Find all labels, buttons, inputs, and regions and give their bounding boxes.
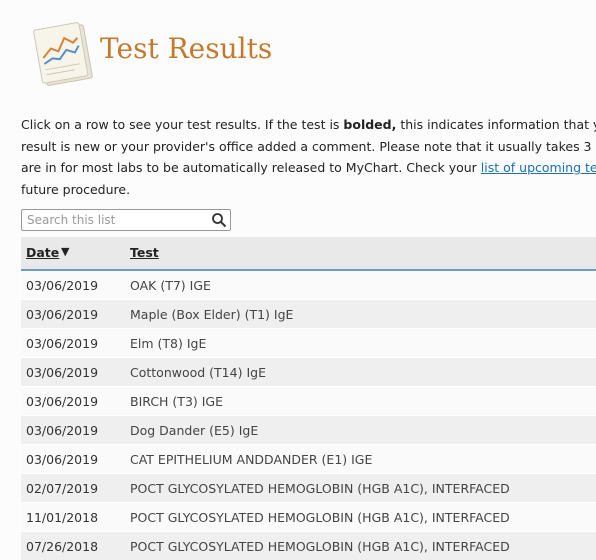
table-row[interactable]: 03/06/2019 Cottonwood (T14) IgE: [21, 358, 596, 387]
intro-line-4: future procedure.: [21, 181, 131, 197]
table-header: Date ▼ Test: [21, 237, 596, 271]
row-test-name: POCT GLYCOSYLATED HEMOGLOBIN (HGB A1C), …: [130, 481, 510, 496]
row-date: 03/06/2019: [26, 307, 99, 322]
row-test-name: Dog Dander (E5) IgE: [130, 423, 259, 438]
intro-text-segment: are in for most labs to be automatically…: [21, 160, 481, 175]
table-row[interactable]: 03/06/2019 Elm (T8) IgE: [21, 329, 596, 358]
table-row[interactable]: 03/06/2019 BIRCH (T3) IGE: [21, 387, 596, 416]
row-date: 03/06/2019: [26, 336, 99, 351]
search-input[interactable]: [22, 210, 208, 230]
intro-line-2: result is new or your provider's office …: [21, 138, 596, 154]
test-results-document-icon: [33, 22, 93, 86]
intro-bold-text: bolded,: [343, 117, 397, 132]
page-header: Test Results: [28, 16, 588, 96]
table-row[interactable]: 03/06/2019 OAK (T7) IGE: [21, 271, 596, 300]
row-test-name: CAT EPITHELIUM ANDDANDER (E1) IGE: [130, 452, 373, 467]
row-date: 03/06/2019: [26, 423, 99, 438]
table-row[interactable]: 07/26/2018 POCT GLYCOSYLATED HEMOGLOBIN (…: [21, 532, 596, 560]
intro-text-segment: Click on a row to see your test results.…: [21, 117, 344, 132]
row-test-name: OAK (T7) IGE: [130, 278, 211, 293]
row-date: 03/06/2019: [26, 365, 99, 380]
row-test-name: BIRCH (T3) IGE: [130, 394, 224, 409]
table-row[interactable]: 03/06/2019 Dog Dander (E5) IgE: [21, 416, 596, 445]
row-date: 03/06/2019: [26, 452, 99, 467]
test-results-page: Test Results Click on a row to see your …: [0, 0, 596, 560]
intro-line-3: are in for most labs to be automatically…: [21, 157, 596, 179]
row-test-name: Elm (T8) IgE: [130, 336, 207, 351]
intro-line-1: Click on a row to see your test results.…: [21, 114, 596, 136]
row-test-name: Cottonwood (T14) IgE: [130, 365, 266, 380]
row-date: 03/06/2019: [26, 394, 99, 409]
search-box: [21, 209, 231, 231]
intro-text: Click on a row to see your test results.…: [21, 114, 596, 200]
column-header-date[interactable]: Date: [26, 245, 59, 260]
results-table: Date ▼ Test 03/06/2019 OAK (T7) IGE 03/06/…: [21, 237, 596, 560]
page-title: Test Results: [100, 32, 273, 65]
table-row[interactable]: 02/07/2019 POCT GLYCOSYLATED HEMOGLOBIN (…: [21, 474, 596, 503]
row-date: 02/07/2019: [26, 481, 99, 496]
row-test-name: POCT GLYCOSYLATED HEMOGLOBIN (HGB A1C), …: [130, 510, 510, 525]
intro-text-segment: this indicates information that yo: [396, 117, 596, 132]
table-body: 03/06/2019 OAK (T7) IGE 03/06/2019 Maple (B…: [21, 271, 596, 560]
upcoming-tests-link[interactable]: list of upcoming tes: [481, 160, 596, 175]
row-test-name: POCT GLYCOSYLATED HEMOGLOBIN (HGB A1C), …: [130, 539, 510, 554]
search-icon[interactable]: [211, 212, 227, 228]
table-row[interactable]: 03/06/2019 CAT EPITHELIUM ANDDANDER (E1) …: [21, 445, 596, 474]
column-header-test[interactable]: Test: [130, 245, 159, 260]
table-row[interactable]: 03/06/2019 Maple (Box Elder) (T1) IgE: [21, 300, 596, 329]
row-date: 11/01/2018: [26, 510, 99, 525]
row-date: 03/06/2019: [26, 278, 99, 293]
row-date: 07/26/2018: [26, 539, 99, 554]
row-test-name: Maple (Box Elder) (T1) IgE: [130, 307, 294, 322]
sort-descending-icon[interactable]: ▼: [61, 245, 69, 258]
table-row[interactable]: 11/01/2018 POCT GLYCOSYLATED HEMOGLOBIN (…: [21, 503, 596, 532]
